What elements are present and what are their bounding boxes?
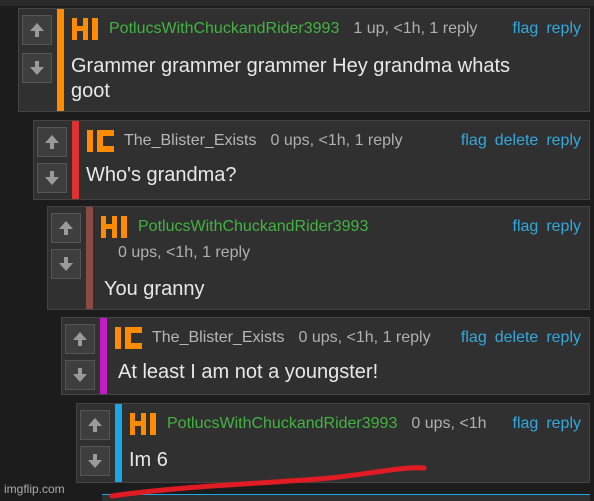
- red-underline-annotation: [109, 465, 427, 499]
- watermark-text: imgflip.com: [4, 482, 65, 496]
